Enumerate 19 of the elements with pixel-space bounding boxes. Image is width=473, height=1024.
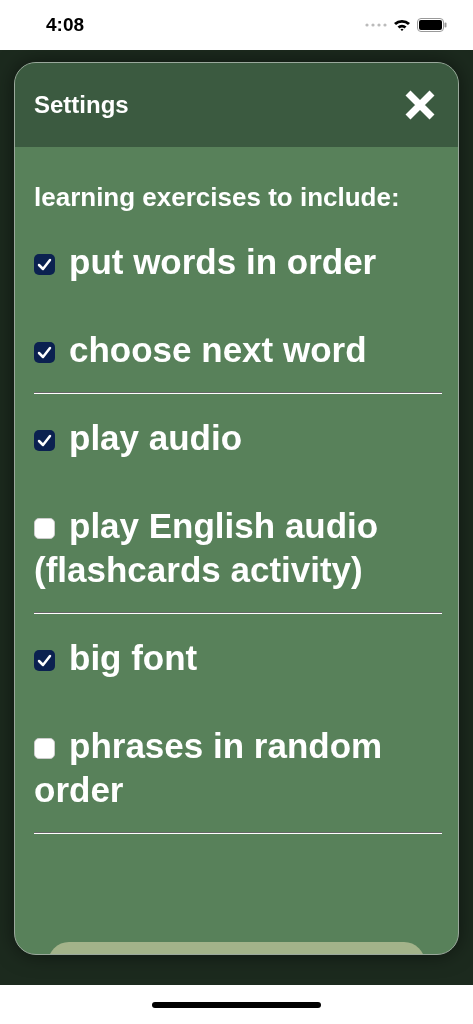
status-time: 4:08 [46,14,85,36]
section-heading: learning exercises to include: [34,181,401,214]
checkbox[interactable] [34,254,55,275]
signal-icon [365,23,387,27]
checkbox[interactable] [34,650,55,671]
option-label[interactable]: big font [34,636,442,680]
close-button[interactable] [404,89,436,121]
option-label[interactable]: put words in order [34,240,442,284]
checkbox[interactable] [34,518,55,539]
checkbox[interactable] [34,738,55,759]
wifi-icon [393,18,411,32]
battery-icon [417,18,447,32]
option-label[interactable]: play audio [34,416,442,460]
dialog-title: Settings [34,91,129,119]
option-label[interactable]: play English audio (flashcards activity) [34,504,442,592]
option-label[interactable]: phrases in random order [34,724,442,812]
checkbox[interactable] [34,430,55,451]
checkbox[interactable] [34,342,55,363]
option-label[interactable]: choose next word [34,328,442,372]
